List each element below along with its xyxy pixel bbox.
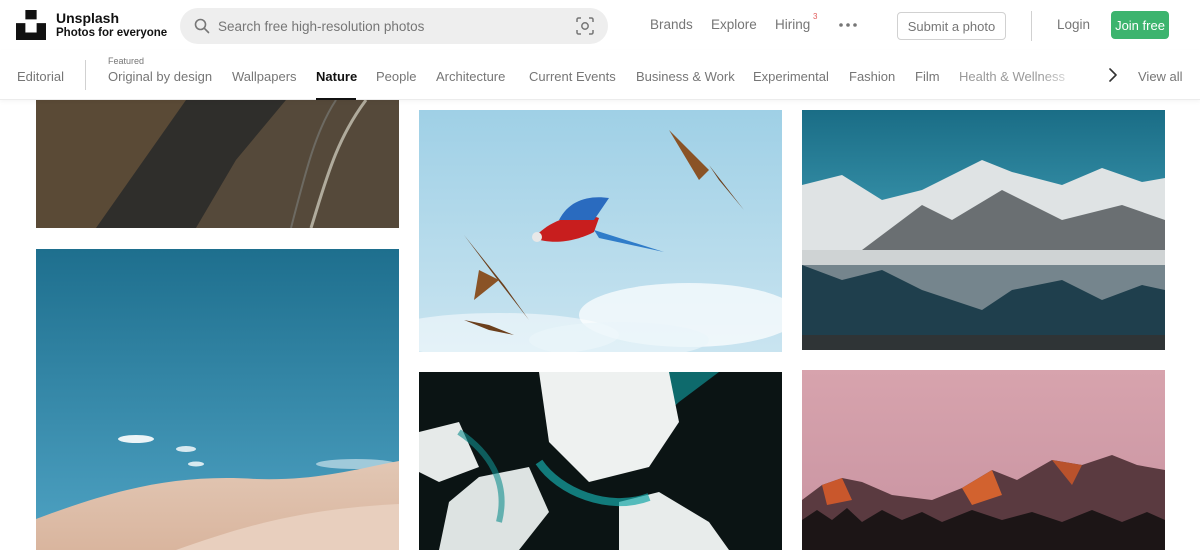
top-header: Unsplash Photos for everyone Brands Expl… — [0, 0, 1200, 50]
nav-brands-link[interactable]: Brands — [650, 17, 693, 32]
topic-fashion[interactable]: Fashion — [849, 69, 895, 84]
topic-experimental[interactable]: Experimental — [753, 69, 829, 84]
brand-tagline: Photos for everyone — [56, 26, 168, 39]
topic-editorial[interactable]: Editorial — [17, 69, 64, 84]
featured-label: Featured — [108, 56, 145, 66]
visual-search-icon[interactable] — [576, 17, 594, 35]
topic-divider — [85, 60, 86, 90]
submit-photo-button[interactable]: Submit a photo — [897, 12, 1006, 40]
nav-hiring-link[interactable]: Hiring — [775, 17, 810, 32]
search-input[interactable] — [218, 8, 568, 44]
topic-people[interactable]: People — [376, 69, 416, 84]
join-free-button[interactable]: Join free — [1111, 11, 1169, 39]
hiring-badge: 3 — [813, 12, 818, 21]
topic-original-by-design[interactable]: Original by design — [108, 69, 212, 84]
search-icon[interactable] — [194, 18, 210, 34]
unsplash-logo-icon — [16, 10, 46, 41]
login-link[interactable]: Login — [1057, 17, 1090, 32]
topic-architecture[interactable]: Architecture — [436, 69, 505, 84]
photo-desert-dunes[interactable] — [36, 249, 399, 550]
topic-nav: Editorial Featured Original by design Wa… — [0, 50, 1200, 100]
photo-aerial-landscape[interactable] — [36, 100, 399, 228]
more-icon[interactable] — [838, 22, 858, 28]
topic-wallpapers[interactable]: Wallpapers — [232, 69, 297, 84]
nav-explore-link[interactable]: Explore — [711, 17, 757, 32]
search-bar — [180, 8, 608, 44]
view-all-link[interactable]: View all — [1138, 69, 1183, 84]
topic-current-events[interactable]: Current Events — [529, 69, 616, 84]
photo-pink-mountains-sunset[interactable] — [802, 370, 1165, 550]
topic-nature[interactable]: Nature — [316, 69, 357, 84]
topic-fade — [1040, 54, 1100, 98]
chevron-right-icon[interactable] — [1106, 68, 1120, 82]
logo[interactable]: Unsplash Photos for everyone — [16, 10, 167, 41]
photo-snowy-mountain-reflection[interactable] — [802, 110, 1165, 350]
photo-macaw-and-kites[interactable] — [419, 110, 782, 352]
photo-ice-floes[interactable] — [419, 372, 782, 550]
header-divider — [1031, 11, 1032, 41]
brand-name: Unsplash — [56, 10, 120, 26]
active-topic-underline — [316, 98, 356, 100]
topic-business-work[interactable]: Business & Work — [636, 69, 735, 84]
topic-film[interactable]: Film — [915, 69, 940, 84]
